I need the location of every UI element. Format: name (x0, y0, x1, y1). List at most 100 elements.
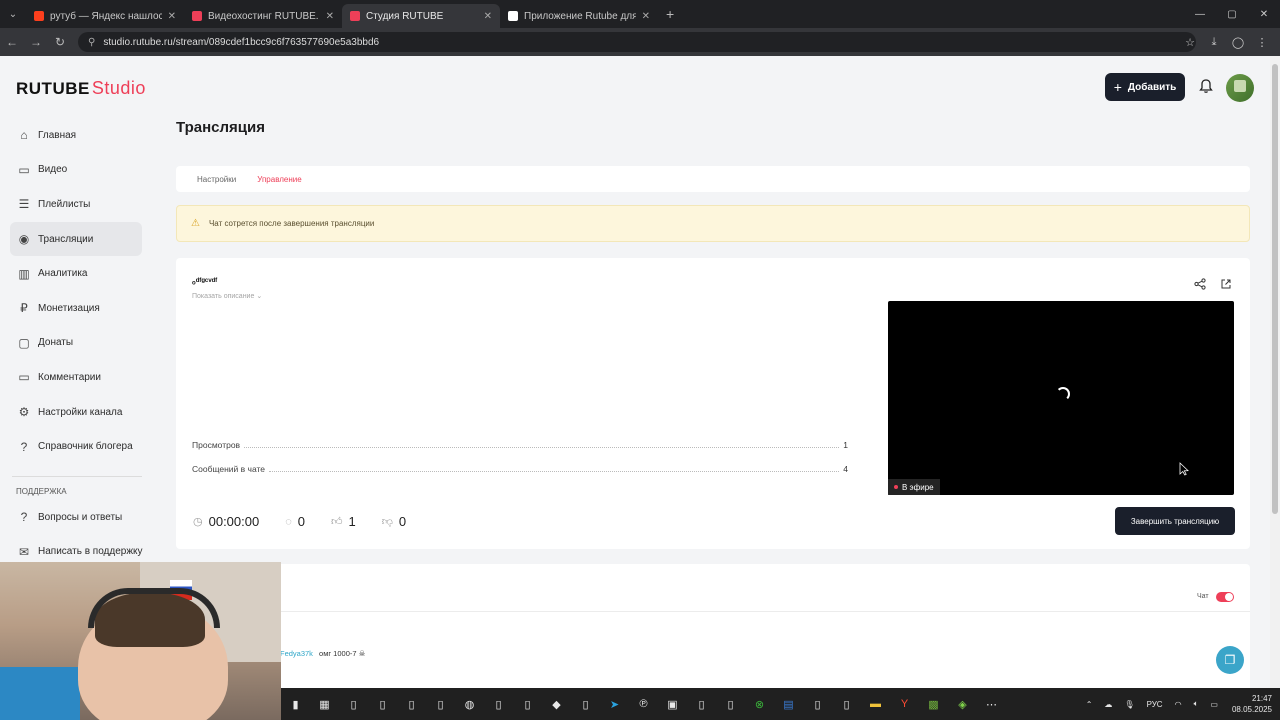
forward-icon[interactable]: → (24, 28, 48, 56)
blue-app-icon[interactable]: ▤ (774, 688, 803, 720)
show-description-link[interactable]: Показать описание ⌄ (192, 292, 262, 300)
viewer-icon: ◌ (285, 515, 292, 528)
file-icon[interactable]: ▯ (571, 688, 600, 720)
bell-icon[interactable] (1198, 78, 1214, 94)
support-chat-icon[interactable]: ❐ (1216, 646, 1244, 674)
tray-chevron-icon[interactable]: ⌃ (1086, 700, 1093, 709)
address-bar[interactable]: ⚲ studio.rutube.ru/stream/089cdef1bcc9c6… (78, 32, 1196, 52)
chevron-down-icon: ⌄ (256, 293, 263, 300)
file-icon[interactable]: ▯ (484, 688, 513, 720)
close-tab-icon[interactable]: ✕ (168, 11, 176, 22)
sidebar-item-label: Вопросы и ответы (38, 511, 123, 523)
file-icon[interactable]: ▯ (426, 688, 455, 720)
new-tab-icon[interactable]: + (666, 6, 674, 22)
close-tab-icon[interactable]: ✕ (484, 11, 492, 22)
folder-icon[interactable]: ▬ (861, 688, 890, 720)
p-app-icon[interactable]: ℗ (629, 688, 658, 720)
sidebar-item-monetization[interactable]: ₽ Монетизация (0, 291, 150, 326)
sidebar-item-faq[interactable]: ? Вопросы и ответы (0, 500, 150, 535)
tab-search-icon[interactable]: ⌄ (0, 0, 26, 28)
webcam-sofa (0, 667, 80, 720)
scrollbar-thumb[interactable] (1272, 64, 1278, 514)
file-icon[interactable]: ▯ (368, 688, 397, 720)
maximize-icon[interactable]: ▢ (1216, 0, 1248, 28)
browser-tab[interactable]: Видеохостинг RUTUBE. Смотр ✕ (184, 4, 342, 28)
rutube-favicon-icon (350, 11, 360, 21)
tab-settings[interactable]: Настройки (197, 175, 236, 184)
reload-icon[interactable]: ↻ (48, 28, 72, 56)
sidebar-item-label: Аналитика (38, 268, 88, 280)
close-tab-icon[interactable]: ✕ (326, 11, 334, 22)
browser-tab[interactable]: рутуб — Яндекс нашлось 5 м ✕ (26, 4, 184, 28)
chat-username[interactable]: Fedya37k (280, 649, 313, 658)
taskbar-clock[interactable]: 21:47 08.05.2025 (1232, 693, 1272, 715)
file-icon[interactable]: ▯ (832, 688, 861, 720)
menu-icon[interactable]: ⋮ (1250, 36, 1274, 49)
yandex-browser-icon[interactable]: Y (890, 688, 919, 720)
sidebar-item-playlists[interactable]: ☰ Плейлисты (0, 187, 150, 222)
site-info-icon[interactable]: ⚲ (88, 37, 95, 48)
loading-spinner-icon (1056, 387, 1070, 401)
bookmark-star-icon[interactable]: ☆ (1178, 36, 1202, 49)
volume-icon[interactable]: 🔈︎ (1194, 699, 1199, 709)
file-icon[interactable]: ▯ (716, 688, 745, 720)
window-controls: — ▢ ✕ (1184, 0, 1280, 28)
sidebar-item-label: Монетизация (38, 302, 100, 314)
share-icon[interactable] (1194, 278, 1206, 290)
add-button[interactable]: + Добавить (1105, 73, 1185, 101)
browser-tab[interactable]: Приложение Rutube для ком ✕ (500, 4, 658, 28)
close-window-icon[interactable]: ✕ (1248, 0, 1280, 28)
language-indicator[interactable]: РУС (1147, 700, 1163, 709)
stat-value: 4 (843, 464, 848, 474)
cloud-icon[interactable]: ☁ (1104, 700, 1112, 709)
telegram-icon[interactable]: ➤ (600, 688, 629, 720)
sidebar-item-comments[interactable]: ▭ Комментарии (0, 360, 150, 395)
tab-management[interactable]: Управление (257, 175, 301, 184)
sidebar-item-video[interactable]: ▭ Видео (0, 153, 150, 188)
tab-title: Видеохостинг RUTUBE. Смотр (208, 10, 320, 22)
sidebar-item-analytics[interactable]: ▥ Аналитика (0, 256, 150, 291)
sidebar-item-channel-settings[interactable]: ⚙ Настройки канала (0, 395, 150, 430)
back-icon[interactable]: ← (0, 28, 24, 56)
avatar[interactable] (1226, 74, 1254, 102)
browser-tab-active[interactable]: Студия RUTUBE ✕ (342, 4, 500, 28)
profile-icon[interactable]: ◯ (1226, 36, 1250, 49)
minimize-icon[interactable]: — (1184, 0, 1216, 28)
more-icon[interactable]: ⋯ (977, 688, 1006, 720)
sidebar-item-blogger-guide[interactable]: ? Справочник блогера (0, 429, 150, 464)
file-icon[interactable]: ▯ (513, 688, 542, 720)
calculator-icon[interactable]: ▦ (310, 688, 339, 720)
file-icon[interactable]: ▯ (687, 688, 716, 720)
chat-toggle[interactable] (1216, 592, 1234, 602)
file-icon[interactable]: ▯ (339, 688, 368, 720)
chat-message: Fedya37k омг 1000-7 ☠ (280, 649, 365, 658)
donate-icon: ▢ (18, 335, 30, 350)
green-app-icon[interactable]: ◈ (948, 688, 977, 720)
taskbar-app-icon[interactable]: ▮ (281, 688, 310, 720)
sidebar-item-label: Написать в поддержку (38, 546, 143, 558)
chat-toggle-label: Чат (1197, 593, 1209, 600)
sidebar-item-donations[interactable]: ▢ Донаты (0, 326, 150, 361)
sidebar-item-label: Настройки канала (38, 406, 123, 418)
xbox-icon[interactable]: ⊗ (745, 688, 774, 720)
download-icon[interactable]: ⤓ (1202, 36, 1226, 49)
wifi-icon[interactable]: ◠ (1175, 700, 1182, 709)
open-external-icon[interactable] (1220, 278, 1232, 290)
minecraft-icon[interactable]: ▩ (919, 688, 948, 720)
rutube-studio-logo[interactable]: RUTUBE Studio (16, 78, 146, 99)
stream-card: ₒᵈᶠᵍᶜᵛᵈᶠ Показать описание ⌄ Просмотров … (176, 258, 1250, 549)
sidebar-item-home[interactable]: ⌂ Главная (0, 118, 150, 153)
file-icon[interactable]: ▯ (397, 688, 426, 720)
mic-icon[interactable]: 🎙︎ (1124, 700, 1134, 709)
colorful-app-icon[interactable]: ◆ (542, 688, 571, 720)
likes-value: 1 (348, 514, 356, 529)
sidebar-item-broadcasts[interactable]: ◉ Трансляции (10, 221, 142, 257)
sidebar-item-label: Донаты (38, 337, 74, 349)
globe-icon[interactable]: ◍ (455, 688, 484, 720)
terminal-icon[interactable]: ▣ (658, 688, 687, 720)
file-icon[interactable]: ▯ (803, 688, 832, 720)
close-tab-icon[interactable]: ✕ (642, 11, 650, 22)
battery-icon[interactable]: ▭ (1210, 700, 1218, 709)
page-scrollbar[interactable] (1270, 56, 1280, 688)
end-stream-button[interactable]: Завершить трансляцию (1115, 507, 1235, 535)
